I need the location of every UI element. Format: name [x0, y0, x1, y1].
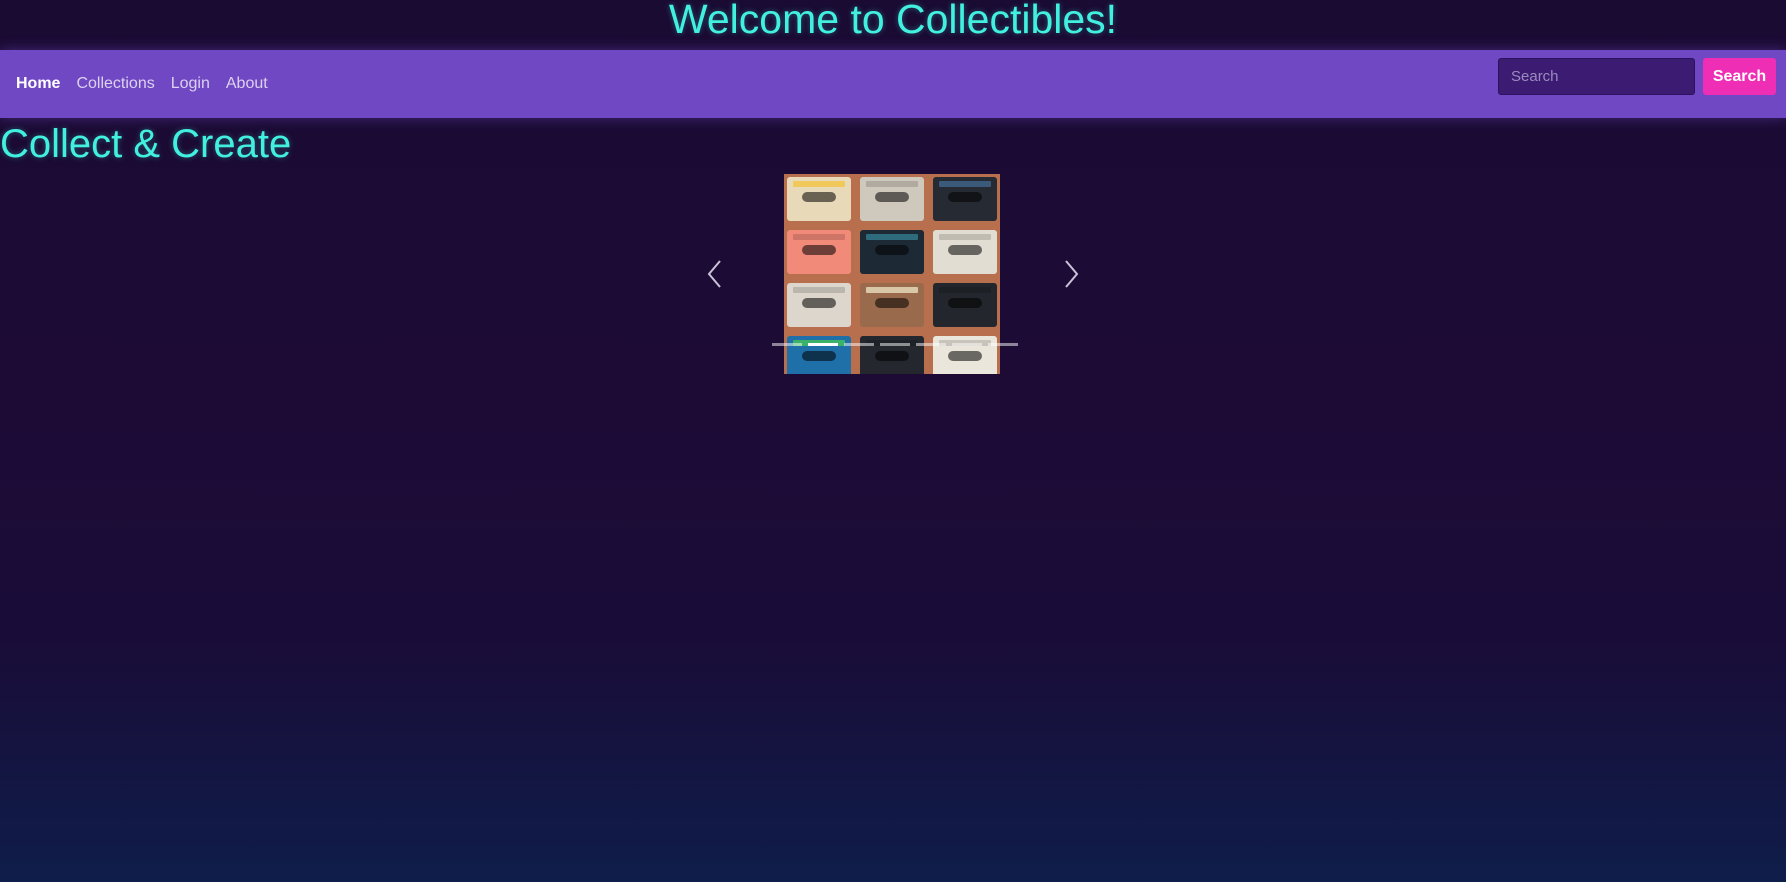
search-form: Search — [1498, 58, 1776, 95]
nav-link-about[interactable]: About — [226, 50, 268, 118]
carousel-indicator[interactable] — [844, 343, 874, 346]
cassette-tape — [787, 230, 851, 274]
cassette-tape — [933, 336, 997, 374]
carousel-indicator[interactable] — [916, 343, 946, 346]
image-carousel — [700, 174, 1086, 374]
carousel-indicator[interactable] — [772, 343, 802, 346]
nav-link-collections[interactable]: Collections — [76, 50, 154, 118]
chevron-left-icon — [707, 260, 721, 288]
cassette-tape — [933, 230, 997, 274]
navbar: Home Collections Login About Search — [0, 50, 1786, 118]
carousel-indicator[interactable] — [808, 343, 838, 346]
carousel-indicators — [769, 343, 1021, 346]
carousel-indicator[interactable] — [952, 343, 982, 346]
carousel-indicator[interactable] — [988, 343, 1018, 346]
cassette-tape — [860, 283, 924, 327]
cassette-tape — [787, 336, 851, 374]
carousel-prev-button[interactable] — [700, 254, 730, 294]
cassette-tape — [787, 177, 851, 221]
carousel-indicator[interactable] — [880, 343, 910, 346]
nav-link-home[interactable]: Home — [16, 50, 60, 118]
cassette-tape — [933, 283, 997, 327]
cassette-tape — [933, 177, 997, 221]
cassette-tape — [860, 230, 924, 274]
cassette-tape — [860, 336, 924, 374]
cassette-tape — [860, 177, 924, 221]
nav-link-login[interactable]: Login — [171, 50, 210, 118]
site-title: Welcome to Collectibles! — [668, 0, 1118, 42]
cassette-tape — [787, 283, 851, 327]
section-heading: Collect & Create — [0, 122, 292, 166]
search-button[interactable]: Search — [1703, 58, 1776, 95]
carousel-next-button[interactable] — [1056, 254, 1086, 294]
chevron-right-icon — [1065, 260, 1079, 288]
search-input[interactable] — [1498, 58, 1695, 95]
